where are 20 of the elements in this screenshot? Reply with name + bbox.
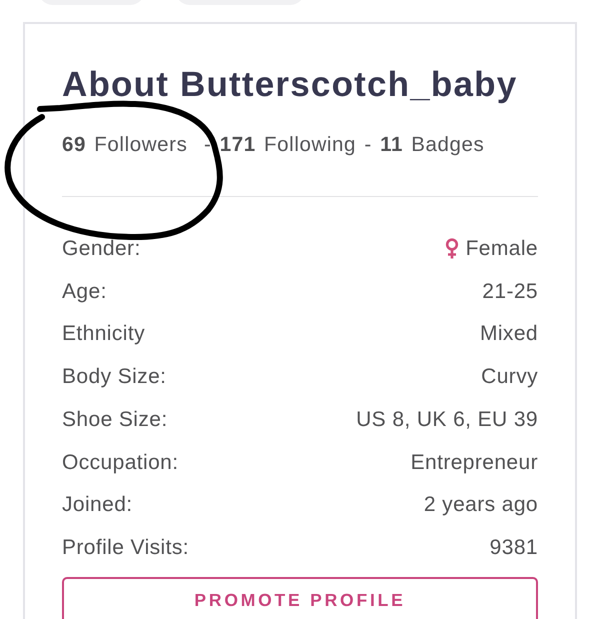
detail-value: Female (466, 236, 538, 262)
detail-label: Joined: (62, 492, 133, 518)
female-icon (444, 238, 459, 260)
detail-label: Age: (62, 278, 107, 305)
detail-value: Curvy (481, 364, 538, 390)
detail-value: Entrepreneur (410, 450, 538, 476)
detail-value: US 8, UK 6, EU 39 (356, 406, 538, 433)
detail-value: 2 years ago (424, 492, 538, 518)
detail-value: Mixed (480, 321, 538, 348)
detail-label: Shoe Size: (62, 406, 168, 433)
profile-title: About Butterscotch_baby (62, 65, 518, 105)
detail-label: Occupation: (62, 450, 178, 476)
profile-stats: 69 Followers - 171 Following - 11 Badges (62, 132, 486, 158)
detail-label: Gender: (62, 236, 141, 262)
detail-label: Profile Visits: (62, 535, 189, 562)
detail-label: Ethnicity (62, 321, 145, 348)
promote-profile-button[interactable]: PROMOTE PROFILE (62, 576, 538, 619)
detail-value: 9381 (490, 535, 538, 562)
detail-value: 21-25 (482, 278, 538, 305)
detail-label: Body Size: (62, 364, 166, 390)
